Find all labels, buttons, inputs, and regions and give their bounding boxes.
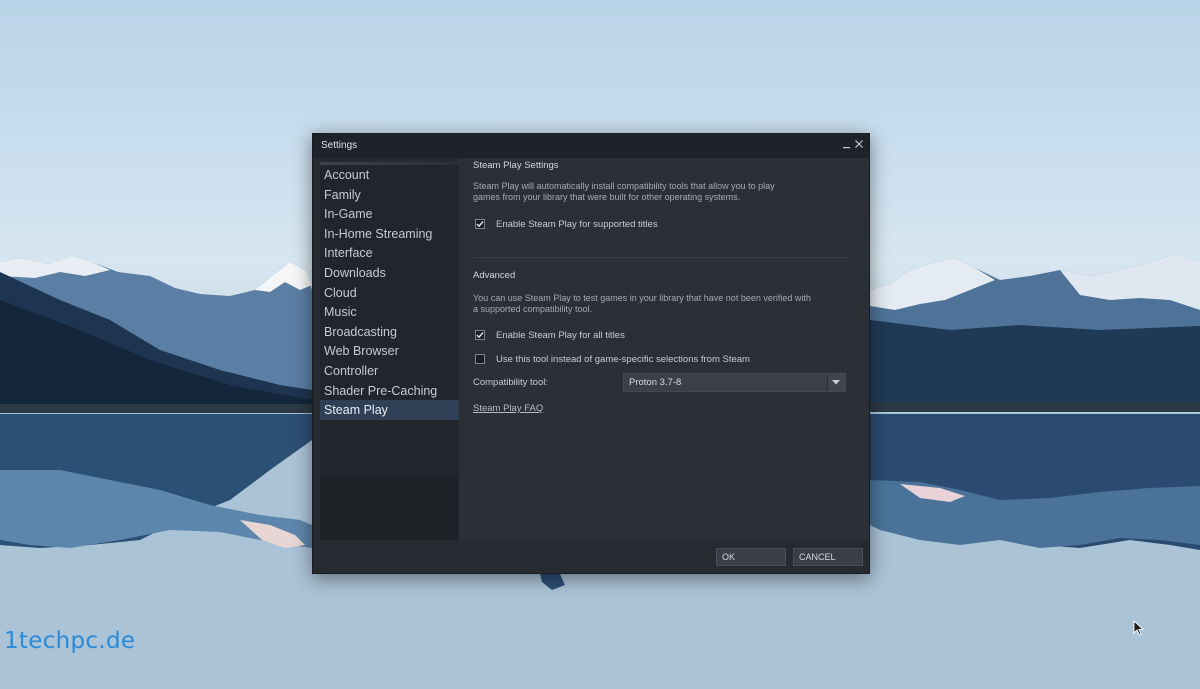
sidebar-item-steam-play[interactable]: Steam Play xyxy=(320,400,459,421)
advanced-heading: Advanced xyxy=(473,270,516,281)
enable-all-label: Enable Steam Play for all titles xyxy=(496,330,625,341)
use-tool-checkbox[interactable] xyxy=(475,354,485,364)
compatibility-tool-value: Proton 3.7-8 xyxy=(629,377,682,388)
sidebar-item-music[interactable]: Music xyxy=(320,302,459,322)
sidebar-item-interface[interactable]: Interface xyxy=(320,243,459,263)
sidebar-item-downloads[interactable]: Downloads xyxy=(320,263,459,283)
steam-play-heading: Steam Play Settings xyxy=(473,160,559,171)
compatibility-tool-dropdown[interactable]: Proton 3.7-8 xyxy=(623,373,846,392)
section-divider xyxy=(473,257,849,258)
mouse-pointer-icon xyxy=(1133,620,1144,636)
site-watermark: 1techpc.de xyxy=(4,628,136,654)
steam-play-description-line-1: Steam Play will automatically install co… xyxy=(473,181,775,191)
dropdown-arrow-icon[interactable] xyxy=(827,374,845,391)
sidebar-empty-area xyxy=(320,474,459,540)
sidebar-item-account[interactable]: Account xyxy=(320,165,459,185)
compatibility-tool-label: Compatibility tool: xyxy=(473,377,548,388)
use-tool-label: Use this tool instead of game-specific s… xyxy=(496,354,750,365)
steam-play-panel: Steam Play Settings Steam Play will auto… xyxy=(459,158,869,540)
sidebar-item-in-home-streaming[interactable]: In-Home Streaming xyxy=(320,224,459,244)
settings-sidebar: Account Family In-Game In-Home Streaming… xyxy=(320,162,459,540)
sidebar-item-family[interactable]: Family xyxy=(320,185,459,205)
sidebar-item-in-game[interactable]: In-Game xyxy=(320,204,459,224)
enable-supported-label: Enable Steam Play for supported titles xyxy=(496,219,658,230)
advanced-description-line-2: a supported compatibility tool. xyxy=(473,304,593,314)
title-bar[interactable]: Settings xyxy=(313,134,869,158)
cancel-button[interactable]: CANCEL xyxy=(793,548,863,566)
enable-all-checkbox[interactable] xyxy=(475,330,485,340)
sidebar-item-controller[interactable]: Controller xyxy=(320,361,459,381)
settings-window: Settings Account Family In-Game In-Home … xyxy=(312,133,870,574)
advanced-description-line-1: You can use Steam Play to test games in … xyxy=(473,293,811,303)
sidebar-item-web-browser[interactable]: Web Browser xyxy=(320,341,459,361)
steam-play-description-line-2: games from your library that were built … xyxy=(473,192,741,202)
enable-supported-checkbox[interactable] xyxy=(475,219,485,229)
sidebar-item-broadcasting[interactable]: Broadcasting xyxy=(320,322,459,342)
close-icon[interactable] xyxy=(852,137,865,153)
sidebar-item-shader-pre-caching[interactable]: Shader Pre-Caching xyxy=(320,381,459,401)
ok-button[interactable]: OK xyxy=(716,548,786,566)
window-title: Settings xyxy=(321,140,358,151)
steam-play-faq-link[interactable]: Steam Play FAQ xyxy=(473,403,543,414)
sidebar-item-cloud[interactable]: Cloud xyxy=(320,283,459,303)
